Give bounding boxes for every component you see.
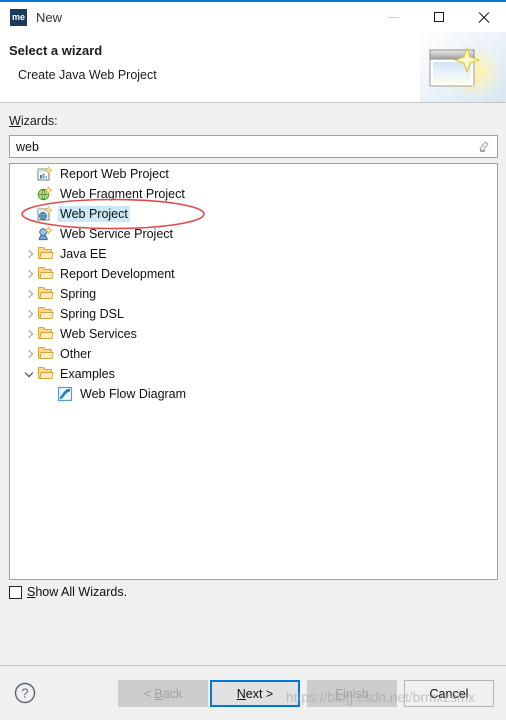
folder-icon [37, 366, 53, 382]
folder-icon [37, 306, 53, 322]
finish-button-label: Finish [335, 686, 369, 701]
show-all-wizards-label: Show All Wizards. [27, 585, 128, 599]
tree-row-label: Web Flow Diagram [80, 387, 187, 401]
wizards-label: Wizards: [9, 114, 58, 128]
chevron-right-icon[interactable] [22, 284, 37, 304]
new-wizard-sparkle-icon [420, 32, 506, 102]
wizard-filter-input[interactable]: web [9, 135, 498, 158]
tree-row[interactable]: Report Web Project [10, 164, 497, 184]
tree-row[interactable]: Java EE [10, 244, 497, 264]
tree-row[interactable]: Spring DSL [10, 304, 497, 324]
wizard-header: Select a wizard Create Java Web Project [0, 32, 506, 103]
minimize-button[interactable] [371, 2, 416, 32]
folder-icon [37, 266, 53, 282]
show-all-wizards-checkbox[interactable]: Show All Wizards. [9, 585, 127, 599]
tree-row[interactable]: Examples [10, 364, 497, 384]
wizards-label-rest: izards: [20, 114, 58, 128]
window-controls [371, 2, 506, 32]
back-button: < Back [118, 680, 208, 707]
chevron-down-icon[interactable] [22, 364, 37, 384]
tree-row-label: Report Development [60, 267, 175, 281]
svg-text:?: ? [22, 687, 29, 701]
footer-separator [0, 665, 506, 666]
maximize-button[interactable] [416, 2, 461, 32]
close-icon [477, 11, 490, 24]
tree-row-label: Examples [60, 367, 115, 381]
tree-row-label: Spring DSL [60, 307, 124, 321]
chevron-right-icon[interactable] [22, 264, 37, 284]
folder-icon [37, 346, 53, 362]
maximize-icon [433, 12, 444, 22]
cancel-button-label: Cancel [429, 686, 469, 701]
tree-row[interactable]: Web Services [10, 324, 497, 344]
close-button[interactable] [461, 2, 506, 32]
tree-row[interactable]: Web Flow Diagram [10, 384, 497, 404]
chevron-right-icon[interactable] [22, 304, 37, 324]
tree-row[interactable]: Report Development [10, 264, 497, 284]
tree-row-label: Java EE [60, 247, 107, 261]
help-icon[interactable]: ? [14, 682, 36, 704]
folder-icon [37, 246, 53, 262]
checkbox-box[interactable] [9, 585, 22, 599]
finish-button: Finish [307, 680, 397, 707]
search-input-value[interactable]: web [16, 140, 477, 154]
new-wizard-dialog: me New Select a wizard Create Java Web P… [0, 0, 506, 720]
eraser-icon[interactable] [477, 140, 490, 153]
folder-icon [37, 286, 53, 302]
app-icon: me [10, 8, 27, 26]
title-bar: me New [0, 2, 506, 32]
chevron-right-icon[interactable] [22, 344, 37, 364]
minimize-icon [388, 16, 399, 18]
tree-row-label: Web Services [60, 327, 137, 341]
tree-row-label: Report Web Project [60, 167, 169, 181]
report-web-project-icon [37, 166, 53, 182]
tree-row-label: Other [60, 347, 92, 361]
folder-icon [37, 326, 53, 342]
page-subtitle: Create Java Web Project [18, 68, 157, 82]
chevron-right-icon[interactable] [22, 324, 37, 344]
back-button-label: < Back [143, 686, 183, 701]
page-title: Select a wizard [9, 43, 103, 58]
annotation-ellipse [21, 198, 205, 230]
next-button-label: Next > [236, 686, 274, 701]
window-title: New [36, 9, 63, 25]
next-button[interactable]: Next > [210, 680, 300, 707]
tree-row[interactable]: Spring [10, 284, 497, 304]
web-flow-diagram-icon [57, 386, 73, 402]
cancel-button[interactable]: Cancel [404, 680, 494, 707]
chevron-right-icon[interactable] [22, 244, 37, 264]
tree-row[interactable]: Other [10, 344, 497, 364]
tree-row-label: Spring [60, 287, 97, 301]
